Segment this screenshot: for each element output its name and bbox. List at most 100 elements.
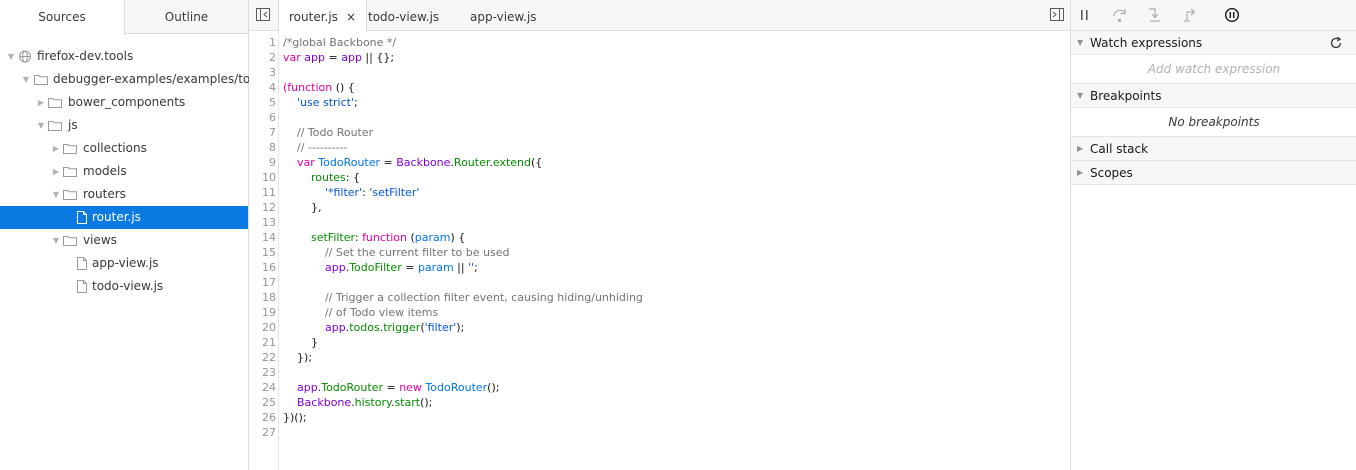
code-line[interactable]: // of Todo view items — [283, 306, 438, 319]
expanded-arrow-icon[interactable]: ▼ — [50, 229, 62, 252]
line-number[interactable]: 27 — [249, 426, 276, 439]
code-line[interactable]: })(); — [283, 411, 307, 424]
line-number[interactable]: 11 — [249, 186, 276, 199]
toggle-sources-panel-icon[interactable] — [256, 8, 270, 21]
editor-tab-app-view[interactable]: app-view.js — [460, 0, 547, 32]
tree-folder-item[interactable]: ▼ routers — [0, 183, 248, 206]
expanded-arrow-icon[interactable]: ▼ — [20, 68, 32, 91]
collapsed-arrow-icon[interactable]: ▶ — [35, 91, 47, 114]
pause-on-exceptions-icon[interactable] — [1223, 6, 1241, 24]
code-line[interactable]: 'use strict'; — [283, 96, 358, 109]
tree-folder-item[interactable]: ▼ debugger-examples/examples/todomvc — [0, 68, 291, 91]
call-stack-header[interactable]: ▶ Call stack — [1071, 137, 1356, 161]
watch-expressions-header[interactable]: ▼ Watch expressions — [1071, 31, 1356, 55]
line-number[interactable]: 17 — [249, 276, 276, 289]
line-number[interactable]: 12 — [249, 201, 276, 214]
line-number[interactable]: 25 — [249, 396, 276, 409]
code-line[interactable]: // Trigger a collection filter event, ca… — [283, 291, 643, 304]
code-line[interactable]: // Todo Router — [283, 126, 373, 139]
editor-tab-todo-view[interactable]: todo-view.js — [358, 0, 449, 32]
code-line[interactable]: // Set the current filter to be used — [283, 246, 510, 259]
line-number[interactable]: 14 — [249, 231, 276, 244]
code-line[interactable]: } — [283, 336, 318, 349]
code-line[interactable]: app.todos.trigger('filter'); — [283, 321, 464, 334]
expanded-arrow-icon[interactable]: ▼ — [50, 183, 62, 206]
code-line[interactable]: app.TodoFilter = param || ''; — [283, 261, 478, 274]
code-line[interactable]: // ---------- — [283, 141, 348, 154]
line-number[interactable]: 21 — [249, 336, 276, 349]
code-line[interactable]: routes: { — [283, 171, 360, 184]
collapsed-arrow-icon[interactable]: ▶ — [50, 137, 62, 160]
tree-folder-item[interactable]: ▶ models — [0, 160, 248, 183]
line-number[interactable]: 20 — [249, 321, 276, 334]
scopes-header[interactable]: ▶ Scopes — [1071, 161, 1356, 185]
line-number[interactable]: 22 — [249, 351, 276, 364]
refresh-icon[interactable] — [1329, 36, 1343, 50]
code-line[interactable]: /*global Backbone */ — [283, 36, 396, 49]
step-in-icon[interactable] — [1146, 6, 1164, 24]
tree-file-item[interactable]: todo-view.js — [0, 275, 248, 298]
code-token: TodoFilter — [349, 261, 402, 274]
code-token: new — [399, 381, 426, 394]
expanded-arrow-icon[interactable]: ▼ — [5, 45, 17, 68]
editor-tab-router[interactable]: router.js × — [278, 0, 367, 32]
code-line[interactable]: setFilter: function (param) { — [283, 231, 465, 244]
line-number[interactable]: 5 — [249, 96, 276, 109]
tree-item-label: firefox-dev.tools — [37, 49, 134, 63]
tree-folder-item[interactable]: ▼ views — [0, 229, 248, 252]
code-token: : { — [345, 171, 360, 184]
pause-icon[interactable] — [1076, 6, 1094, 24]
code-line[interactable]: (function () { — [283, 81, 355, 94]
tree-file-item[interactable]: router.js — [0, 206, 248, 229]
tree-folder-item[interactable]: ▼ js — [0, 114, 248, 137]
line-number[interactable]: 7 — [249, 126, 276, 139]
code-line[interactable]: Backbone.history.start(); — [283, 396, 432, 409]
line-number[interactable]: 4 — [249, 81, 276, 94]
line-number[interactable]: 6 — [249, 111, 276, 124]
tree-folder-item[interactable]: ▶ bower_components — [0, 91, 248, 114]
code-token: 'setFilter' — [369, 186, 420, 199]
code-token: 'use strict' — [297, 96, 354, 109]
collapsed-arrow-icon[interactable]: ▶ — [50, 160, 62, 183]
folder-icon — [63, 167, 77, 177]
watch-expression-input[interactable]: Add watch expression — [1071, 55, 1356, 84]
folder-icon — [63, 144, 77, 154]
code-token: var — [283, 51, 305, 64]
breakpoints-header[interactable]: ▼ Breakpoints — [1071, 84, 1356, 108]
toggle-debug-panel-icon[interactable] — [1050, 8, 1064, 21]
tree-folder-item[interactable]: ▼ firefox-dev.tools — [0, 45, 248, 68]
expanded-arrow-icon[interactable]: ▼ — [35, 114, 47, 137]
sources-panel: Sources Outline ▼ firefox-dev.tools ▼ debug… — [0, 0, 291, 470]
line-number[interactable]: 16 — [249, 261, 276, 274]
tab-outline[interactable]: Outline — [125, 0, 248, 34]
line-number[interactable]: 3 — [249, 66, 276, 79]
code-token: app — [324, 261, 346, 274]
close-tab-icon[interactable]: × — [346, 10, 356, 24]
tab-sources[interactable]: Sources — [0, 0, 125, 35]
line-number[interactable]: 10 — [249, 171, 276, 184]
code-line[interactable]: var TodoRouter = Backbone.Router.extend(… — [283, 156, 542, 169]
line-number[interactable]: 26 — [249, 411, 276, 424]
code-token: ( — [407, 231, 415, 244]
line-number[interactable]: 18 — [249, 291, 276, 304]
code-line[interactable]: '*filter': 'setFilter' — [283, 186, 419, 199]
tree-folder-item[interactable]: ▶ collections — [0, 137, 248, 160]
line-number[interactable]: 19 — [249, 306, 276, 319]
line-number[interactable]: 24 — [249, 381, 276, 394]
code-line[interactable]: var app = app || {}; — [283, 51, 394, 64]
tree-file-item[interactable]: app-view.js — [0, 252, 248, 275]
step-out-icon[interactable] — [1181, 6, 1199, 24]
code-line[interactable]: app.TodoRouter = new TodoRouter(); — [283, 381, 499, 394]
line-number[interactable]: 8 — [249, 141, 276, 154]
line-number[interactable]: 23 — [249, 366, 276, 379]
line-number[interactable]: 1 — [249, 36, 276, 49]
line-number[interactable]: 9 — [249, 156, 276, 169]
step-over-icon[interactable] — [1111, 6, 1129, 24]
line-number[interactable]: 2 — [249, 51, 276, 64]
line-number[interactable]: 15 — [249, 246, 276, 259]
line-number[interactable]: 13 — [249, 216, 276, 229]
code-line[interactable]: }, — [283, 201, 322, 214]
code-token: ({ — [531, 156, 543, 169]
code-line[interactable]: }); — [283, 351, 312, 364]
